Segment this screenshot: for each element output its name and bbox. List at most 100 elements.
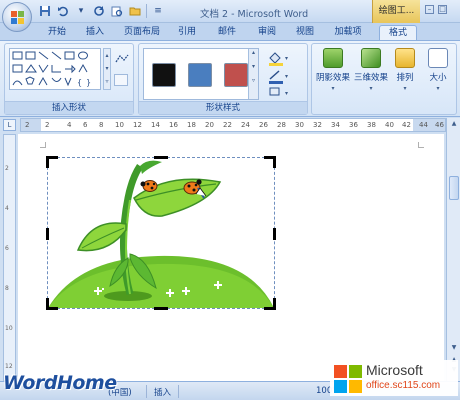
tab-format[interactable]: 格式	[379, 25, 417, 40]
ruler-number: 22	[223, 121, 232, 129]
drawing-tools-context-title: 绘图工...	[372, 0, 420, 23]
vruler-number: 8	[5, 285, 9, 292]
svg-text:▾: ▾	[285, 55, 288, 62]
size-label: 大小	[429, 73, 447, 83]
margin-mark	[40, 142, 46, 148]
redo-icon[interactable]	[92, 4, 106, 18]
ribbon-tab-bar: 开始 插入 页面布局 引用 邮件 审阅 视图 加载项 格式	[0, 23, 460, 40]
ruler-number: 30	[295, 121, 304, 129]
vertical-ruler[interactable]: 2 4 6 8 10 12	[3, 134, 16, 381]
crop-handle-top-middle[interactable]	[154, 156, 168, 159]
text-box-icon[interactable]	[114, 74, 128, 86]
window-controls: – □	[425, 5, 447, 14]
shape-outline-icon[interactable]: ▾	[267, 68, 293, 84]
crop-handle-bottom-middle[interactable]	[154, 307, 168, 310]
minimize-icon[interactable]: –	[425, 5, 434, 14]
print-preview-icon[interactable]	[110, 4, 124, 18]
shape-fill-icon[interactable]: ▾	[267, 50, 293, 66]
selected-picture[interactable]	[46, 156, 276, 310]
ruler-number: 34	[331, 121, 340, 129]
quick-access-toolbar: ▾ ≡	[38, 4, 165, 18]
ruler-number: 26	[259, 121, 268, 129]
size-icon	[428, 48, 448, 68]
tab-insert[interactable]: 插入	[80, 25, 110, 40]
vruler-number: 2	[5, 165, 9, 172]
arrange-button[interactable]: 排列 ▾	[390, 48, 420, 93]
ruler-number: 2	[25, 121, 30, 129]
tab-view[interactable]: 视图	[290, 25, 320, 40]
maximize-icon[interactable]: □	[438, 5, 447, 14]
group-shape-styles: ▴ ▾ ▿ ▾ ▾ ▾ 形状样式	[138, 43, 308, 115]
shadow-effects-icon	[323, 48, 343, 68]
status-insert-mode[interactable]: 插入	[154, 386, 171, 398]
crop-handle-bottom-left-v[interactable]	[46, 298, 49, 310]
style-swatch-black[interactable]	[152, 63, 176, 87]
size-caret: ▾	[436, 85, 440, 92]
undo-dropdown-icon[interactable]: ▾	[74, 4, 88, 18]
ruler-number: 6	[83, 121, 88, 129]
ruler-number: 12	[133, 121, 142, 129]
3d-effects-caret: ▾	[369, 85, 373, 92]
shapes-gallery[interactable]: { }	[9, 48, 101, 90]
horizontal-ruler[interactable]: 2 2 4 6 8 10 12 14 16 18 20 22 24 26 28 …	[20, 118, 446, 132]
change-shape-icon[interactable]: ▾	[267, 86, 293, 98]
ruler-number: 2	[45, 121, 50, 129]
save-icon[interactable]	[38, 4, 52, 18]
vruler-number: 10	[5, 325, 13, 332]
scroll-up-icon[interactable]: ▲	[449, 120, 459, 130]
shape-styles-label: 形状样式	[139, 101, 307, 114]
ruler-number: 10	[115, 121, 124, 129]
svg-text:}: }	[86, 78, 91, 87]
vertical-scrollbar[interactable]: ▲ ▼ ▲ ▼	[446, 118, 460, 381]
shadow-effects-label: 阴影效果	[315, 73, 350, 83]
tab-mailings[interactable]: 邮件	[212, 25, 242, 40]
tab-home[interactable]: 开始	[42, 25, 72, 40]
undo-icon[interactable]	[56, 4, 70, 18]
ruler-number: 18	[187, 121, 196, 129]
3d-effects-button[interactable]: 三维效果 ▾	[352, 48, 390, 93]
scroll-down-icon[interactable]: ▼	[449, 344, 459, 354]
ruler-number: 36	[349, 121, 358, 129]
tab-add-ins[interactable]: 加载项	[330, 25, 366, 40]
microsoft-office-watermark: Microsoft office.sc115.com	[330, 360, 458, 396]
crop-handle-middle-right[interactable]	[273, 228, 276, 240]
ruler-number: 16	[169, 121, 178, 129]
style-swatch-red[interactable]	[224, 63, 248, 87]
ruler-number: 42	[402, 121, 411, 129]
arrange-icon	[395, 48, 415, 68]
styles-gallery-scroll[interactable]: ▴ ▾ ▿	[248, 49, 258, 99]
vruler-number: 6	[5, 245, 9, 252]
crop-handle-bottom-right-v[interactable]	[273, 298, 276, 310]
crop-handle-middle-left[interactable]	[46, 228, 49, 240]
office-button[interactable]	[2, 2, 32, 32]
size-button[interactable]: 大小 ▾	[422, 48, 454, 93]
ribbon: { } ▴ ▾ ▿ 插入形状 ▴ ▾ ▿ ▾ ▾ ▾ 形状样式 阴影效果 ▾ 三…	[0, 40, 460, 117]
status-separator	[146, 385, 147, 398]
customize-qat-icon[interactable]: ≡	[151, 4, 165, 18]
ruler-number: 8	[99, 121, 104, 129]
group-insert-shapes: { } ▴ ▾ ▿ 插入形状	[4, 43, 134, 115]
style-swatch-blue[interactable]	[188, 63, 212, 87]
arrange-label: 排列	[396, 73, 414, 83]
tab-selector[interactable]: L	[3, 119, 16, 131]
3d-effects-icon	[361, 48, 381, 68]
shape-styles-gallery: ▴ ▾ ▿	[143, 48, 259, 100]
ruler-number: 14	[151, 121, 160, 129]
microsoft-text: Microsoft	[366, 362, 423, 378]
ruler-number: 44	[419, 121, 428, 129]
wordhome-watermark: WordHome	[3, 372, 117, 394]
tab-review[interactable]: 审阅	[252, 25, 282, 40]
shadow-effects-button[interactable]: 阴影效果 ▾	[314, 48, 352, 93]
edit-shape-icon[interactable]	[114, 52, 130, 66]
vruler-number: 4	[5, 205, 9, 212]
crop-handle-top-left-v[interactable]	[46, 156, 49, 168]
office-logo-icon	[11, 11, 25, 25]
tab-references[interactable]: 引用	[172, 25, 202, 40]
crop-handle-top-right-v[interactable]	[273, 156, 276, 168]
group-effects-arrange: 阴影效果 ▾ 三维效果 ▾ 排列 ▾ 大小 ▾	[311, 43, 457, 115]
document-title: 文档 2 - Microsoft Word	[200, 9, 309, 20]
tab-page-layout[interactable]: 页面布局	[120, 25, 164, 40]
open-folder-icon[interactable]	[128, 4, 142, 18]
shapes-gallery-scroll[interactable]: ▴ ▾ ▿	[103, 48, 111, 90]
scroll-thumb[interactable]	[449, 176, 459, 200]
